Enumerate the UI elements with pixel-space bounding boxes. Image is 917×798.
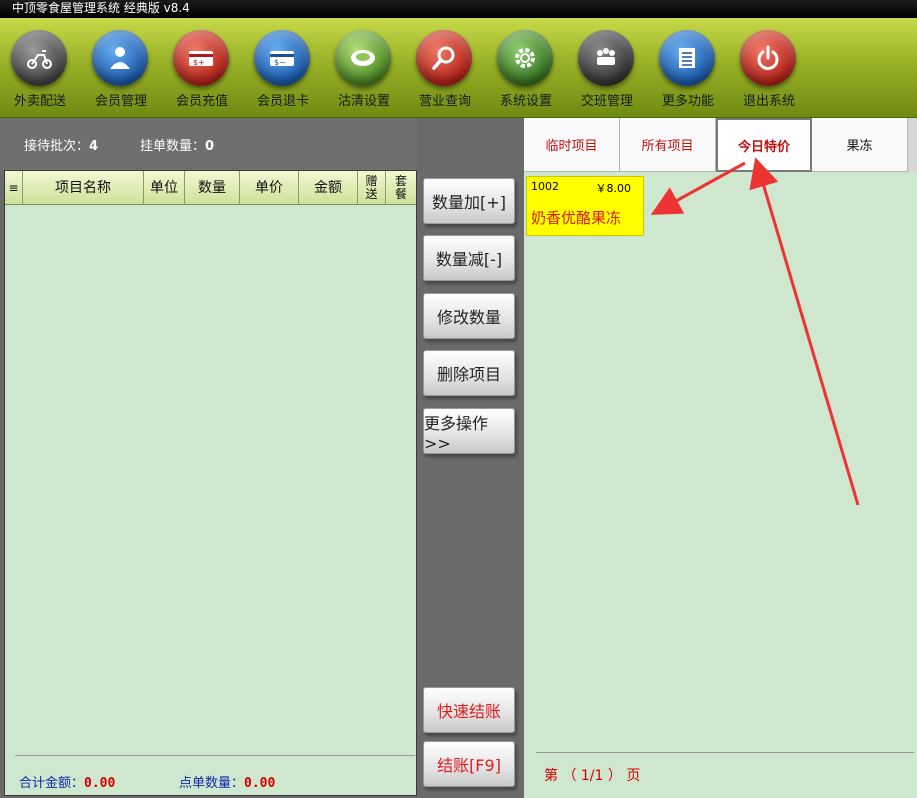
- hold-count: 挂单数量：0: [140, 135, 214, 154]
- waiting-batch-label: 接待批次：: [24, 139, 90, 154]
- toolbar-more-functions[interactable]: 更多功能: [648, 28, 728, 114]
- total-amount: 合计金额：0.00: [19, 772, 115, 791]
- product-name: 奶香优酪果冻: [531, 209, 622, 227]
- toolbar-delivery[interactable]: 外卖配送: [0, 28, 80, 114]
- order-summary: 合计金额：0.00 点单数量：0.00: [15, 755, 415, 791]
- toolbar-member-manage[interactable]: 会员管理: [81, 28, 161, 114]
- toolbar-soldout-setting[interactable]: 沽清设置: [324, 28, 404, 114]
- column-menu-icon[interactable]: ≡: [5, 171, 23, 205]
- order-table[interactable]: ≡ 项目名称 单位 数量 单价 金额 赠送 套餐 合计金额：0.00 点单数量：…: [4, 170, 417, 796]
- card-minus-icon: $−: [254, 30, 310, 86]
- svg-text:$+: $+: [193, 58, 205, 67]
- total-amount-value: 0.00: [84, 776, 116, 791]
- tab-all-items[interactable]: 所有项目: [620, 118, 716, 172]
- col-unit: 单位: [144, 171, 185, 205]
- order-count-label: 点单数量：: [179, 776, 245, 791]
- hold-count-label: 挂单数量：: [140, 139, 206, 154]
- category-tabs: 临时项目 所有项目 今日特价 果冻: [524, 118, 917, 172]
- toolbar-label: 会员退卡: [256, 94, 309, 109]
- toolbar-member-refund[interactable]: $− 会员退卡: [243, 28, 323, 114]
- main-toolbar: 外卖配送 会员管理 $+ 会员充值 $− 会员退卡 沽清设置 营业查询 系统设置: [0, 18, 917, 118]
- col-unit-price: 单价: [240, 171, 299, 205]
- user-icon: [92, 30, 148, 86]
- gear-icon: [497, 30, 553, 86]
- power-icon: [740, 30, 796, 86]
- col-gift: 赠送: [358, 171, 386, 205]
- toolbar-label: 外卖配送: [13, 94, 66, 109]
- toolbar-label: 交班管理: [580, 94, 633, 109]
- toolbar-label: 会员充值: [175, 94, 228, 109]
- checkout-button[interactable]: 结账[F9]: [423, 741, 515, 787]
- toolbar-label: 营业查询: [418, 94, 471, 109]
- list-icon: [659, 30, 715, 86]
- order-panel: 接待批次：4 挂单数量：0 ≡ 项目名称 单位 数量 单价 金额 赠送 套餐 合…: [0, 118, 417, 798]
- toolbar-member-recharge[interactable]: $+ 会员充值: [162, 28, 242, 114]
- qty-sub-button[interactable]: 数量减[-]: [423, 235, 515, 281]
- tab-today-special[interactable]: 今日特价: [716, 118, 812, 172]
- col-item-name: 项目名称: [23, 171, 144, 205]
- magnifier-icon: [416, 30, 472, 86]
- toolbar-shift-manage[interactable]: 交班管理: [567, 28, 647, 114]
- card-plus-icon: $+: [173, 30, 229, 86]
- plate-icon: [335, 30, 391, 86]
- col-amount: 金额: [299, 171, 358, 205]
- scooter-icon: [11, 30, 67, 86]
- product-code: 1002: [531, 180, 559, 193]
- more-ops-button[interactable]: 更多操作>>: [423, 408, 515, 454]
- toolbar-system-setting[interactable]: 系统设置: [486, 28, 566, 114]
- tab-temp-items[interactable]: 临时项目: [524, 118, 620, 172]
- toolbar-label: 退出系统: [742, 94, 795, 109]
- total-amount-label: 合计金额：: [19, 776, 85, 791]
- action-panel: 数量加[+] 数量减[-] 修改数量 删除项目 更多操作>> 快速结账 结账[F…: [417, 118, 524, 798]
- toolbar-exit-system[interactable]: 退出系统: [729, 28, 809, 114]
- col-combo: 套餐: [394, 174, 407, 201]
- svg-text:$−: $−: [274, 58, 286, 67]
- order-count-value: 0.00: [244, 776, 276, 791]
- toolbar-business-query[interactable]: 营业查询: [405, 28, 485, 114]
- col-quantity: 数量: [185, 171, 240, 205]
- pagination: 第 （ 1/1 ） 页: [536, 752, 914, 792]
- qty-add-button[interactable]: 数量加[+]: [423, 178, 515, 224]
- waiting-batch-value: 4: [89, 139, 99, 154]
- order-count: 点单数量：0.00: [179, 772, 275, 791]
- toolbar-label: 更多功能: [661, 94, 714, 109]
- page-indicator: 第 （ 1/1 ） 页: [544, 768, 641, 784]
- delete-item-button[interactable]: 删除项目: [423, 350, 515, 396]
- people-icon: [578, 30, 634, 86]
- toolbar-label: 系统设置: [499, 94, 552, 109]
- toolbar-label: 会员管理: [94, 94, 147, 109]
- edit-qty-button[interactable]: 修改数量: [423, 293, 515, 339]
- toolbar-label: 沽清设置: [337, 94, 390, 109]
- window-title: 中顶零食屋管理系统 经典版 v8.4: [0, 0, 917, 18]
- product-price: ￥8.00: [595, 182, 632, 195]
- order-info-bar: 接待批次：4 挂单数量：0: [0, 118, 417, 170]
- hold-count-value: 0: [205, 139, 215, 154]
- product-panel: 临时项目 所有项目 今日特价 果冻 1002 ￥8.00 奶香优酪果冻 第 （ …: [524, 118, 917, 798]
- product-tile[interactable]: 1002 ￥8.00 奶香优酪果冻: [526, 176, 644, 236]
- waiting-batch: 接待批次：4: [24, 135, 98, 154]
- tab-jelly[interactable]: 果冻: [812, 118, 908, 172]
- quick-checkout-button[interactable]: 快速结账: [423, 687, 515, 733]
- order-table-header: ≡ 项目名称 单位 数量 单价 金额 赠送 套餐: [5, 171, 416, 205]
